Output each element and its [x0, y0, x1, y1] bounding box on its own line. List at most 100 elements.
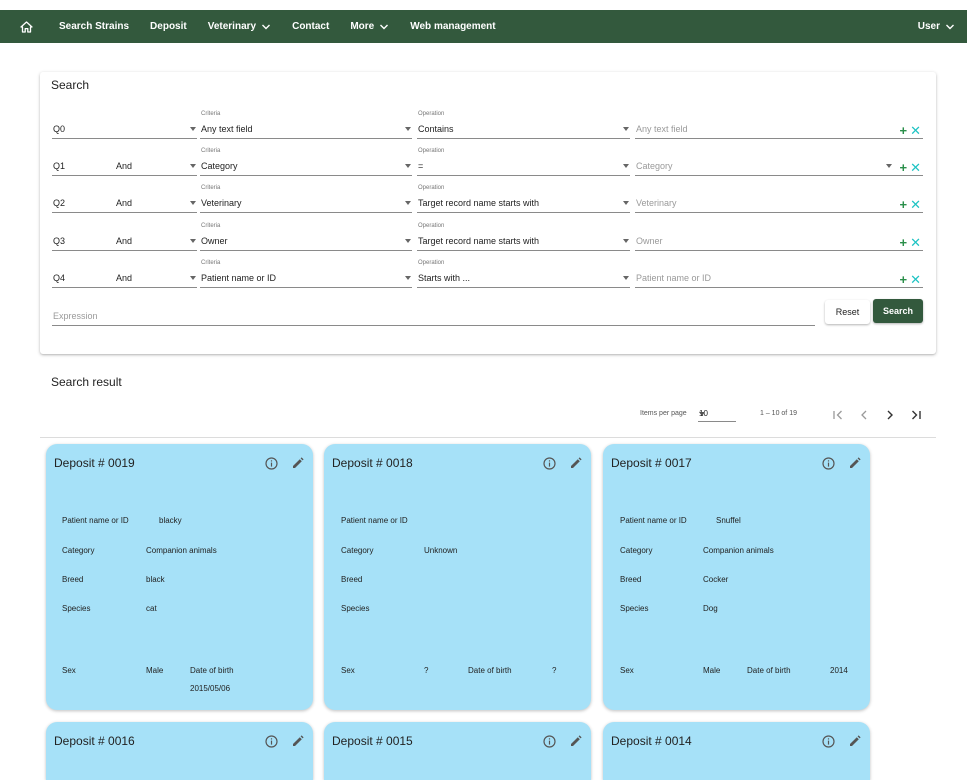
nav-label: More	[350, 21, 375, 32]
edit-pencil-icon[interactable]	[569, 457, 582, 470]
nav-user-menu[interactable]: User	[918, 21, 955, 32]
deposit-card[interactable]: Deposit # 0017 Patient name or ID Snuffe…	[603, 444, 870, 710]
info-icon[interactable]	[543, 457, 556, 470]
info-icon[interactable]	[265, 457, 278, 470]
remove-row-button[interactable]: ✕	[910, 124, 921, 137]
search-button[interactable]: Search	[873, 299, 923, 323]
value-placeholder: Patient name or ID	[636, 273, 712, 283]
add-row-button[interactable]: +	[900, 198, 908, 211]
operation-select[interactable]: Operation Target record name starts with	[417, 185, 630, 213]
remove-row-button[interactable]: ✕	[910, 198, 921, 211]
last-page-button[interactable]	[907, 405, 925, 425]
chevron-down-icon	[380, 24, 389, 29]
edit-pencil-icon[interactable]	[848, 735, 861, 748]
nav-search-strains[interactable]: Search Strains	[59, 21, 129, 32]
edit-pencil-icon[interactable]	[291, 735, 304, 748]
add-row-button[interactable]: +	[900, 124, 908, 137]
nav-more[interactable]: More	[350, 21, 389, 32]
deposit-card[interactable]: Deposit # 0014	[603, 722, 870, 780]
row-actions: + ✕	[900, 273, 922, 286]
operation-select[interactable]: Operation Target record name starts with	[417, 223, 630, 251]
query-conjunction-select[interactable]: Q0	[52, 115, 197, 139]
query-row: Q2 And Criteria Veterinary Operation Tar…	[40, 183, 936, 213]
sex-value: Male	[146, 666, 164, 675]
home-button[interactable]	[14, 15, 38, 39]
nav-veterinary[interactable]: Veterinary	[208, 21, 271, 32]
add-row-button[interactable]: +	[900, 236, 908, 249]
first-page-button[interactable]	[829, 405, 847, 425]
query-conjunction-select[interactable]: Q1 And	[52, 152, 197, 176]
sex-value: ?	[424, 666, 429, 675]
operation-select[interactable]: Operation =	[417, 148, 630, 176]
query-conjunction-select[interactable]: Q3 And	[52, 227, 197, 251]
nav-label: Deposit	[150, 21, 187, 32]
query-conjunction-select[interactable]: Q4 And	[52, 264, 197, 288]
conjunction-value: And	[116, 273, 133, 283]
sex-label: Sex	[341, 666, 355, 675]
criteria-select[interactable]: Criteria Any text field	[200, 111, 412, 139]
value-placeholder: Owner	[636, 236, 663, 246]
info-icon[interactable]	[822, 735, 835, 748]
query-id: Q1	[53, 161, 66, 171]
nav-label: Search Strains	[59, 21, 130, 32]
breed-value: Cocker	[703, 575, 729, 584]
info-icon[interactable]	[822, 457, 835, 470]
info-icon[interactable]	[265, 735, 278, 748]
criteria-label: Criteria	[201, 111, 221, 117]
nav-deposit[interactable]: Deposit	[150, 21, 187, 32]
value-input[interactable]: Patient name or ID	[635, 264, 923, 288]
next-page-button[interactable]	[881, 405, 899, 425]
category-value: Unknown	[424, 546, 458, 555]
edit-pencil-icon[interactable]	[291, 457, 304, 470]
operation-label: Operation	[418, 111, 445, 117]
items-per-page-label: Items per page	[640, 410, 687, 417]
remove-row-button[interactable]: ✕	[910, 236, 921, 249]
category-label: Category	[341, 546, 374, 555]
value-input[interactable]: Veterinary	[635, 189, 923, 213]
nav-contact[interactable]: Contact	[292, 21, 329, 32]
reset-button[interactable]: Reset	[825, 300, 870, 324]
operation-select[interactable]: Operation Starts with ...	[417, 260, 630, 288]
value-select[interactable]: Category	[635, 152, 893, 176]
items-per-page-select[interactable]: 10	[698, 406, 736, 422]
previous-page-button[interactable]	[855, 405, 873, 425]
remove-row-button[interactable]: ✕	[910, 273, 921, 286]
deposit-card[interactable]: Deposit # 0018 Patient name or ID Catego…	[324, 444, 591, 710]
deposit-card[interactable]: Deposit # 0015	[324, 722, 591, 780]
dob-value: 2015/05/06	[190, 684, 231, 693]
dropdown-arrow-icon	[405, 164, 411, 168]
criteria-select[interactable]: Criteria Veterinary	[200, 185, 412, 213]
dropdown-arrow-icon	[190, 201, 196, 205]
criteria-select[interactable]: Criteria Owner	[200, 223, 412, 251]
deposit-actions	[822, 457, 861, 470]
dob-value: ?	[552, 666, 557, 675]
search-panel: Search Q0 Criteria Any text field Operat…	[40, 72, 936, 354]
category-value: Companion animals	[146, 546, 217, 555]
criteria-label: Criteria	[201, 148, 221, 154]
add-row-button[interactable]: +	[900, 273, 908, 286]
operation-select[interactable]: Operation Contains	[417, 111, 630, 139]
operation-value: Target record name starts with	[418, 198, 540, 208]
value-input[interactable]: Owner	[635, 227, 923, 251]
add-row-button[interactable]: +	[900, 161, 908, 174]
query-conjunction-select[interactable]: Q2 And	[52, 189, 197, 213]
patient-label: Patient name or ID	[341, 516, 408, 525]
criteria-select[interactable]: Criteria Category	[200, 148, 412, 176]
expression-input[interactable]: Expression	[52, 302, 815, 326]
nav-web-management[interactable]: Web management	[410, 21, 495, 32]
value-input[interactable]: Any text field	[635, 115, 923, 139]
deposit-card[interactable]: Deposit # 0016	[46, 722, 313, 780]
remove-row-button[interactable]: ✕	[910, 161, 921, 174]
deposit-title: Deposit # 0016	[54, 734, 135, 748]
edit-pencil-icon[interactable]	[848, 457, 861, 470]
deposit-card[interactable]: Deposit # 0019 Patient name or ID blacky…	[46, 444, 313, 710]
info-icon[interactable]	[543, 735, 556, 748]
edit-pencil-icon[interactable]	[569, 735, 582, 748]
query-id: Q4	[53, 273, 66, 283]
criteria-select[interactable]: Criteria Patient name or ID	[200, 260, 412, 288]
value-placeholder: Veterinary	[636, 198, 677, 208]
dropdown-arrow-icon	[405, 239, 411, 243]
expression-placeholder: Expression	[53, 311, 98, 321]
dob-label: Date of birth	[190, 666, 234, 675]
sex-label: Sex	[620, 666, 634, 675]
